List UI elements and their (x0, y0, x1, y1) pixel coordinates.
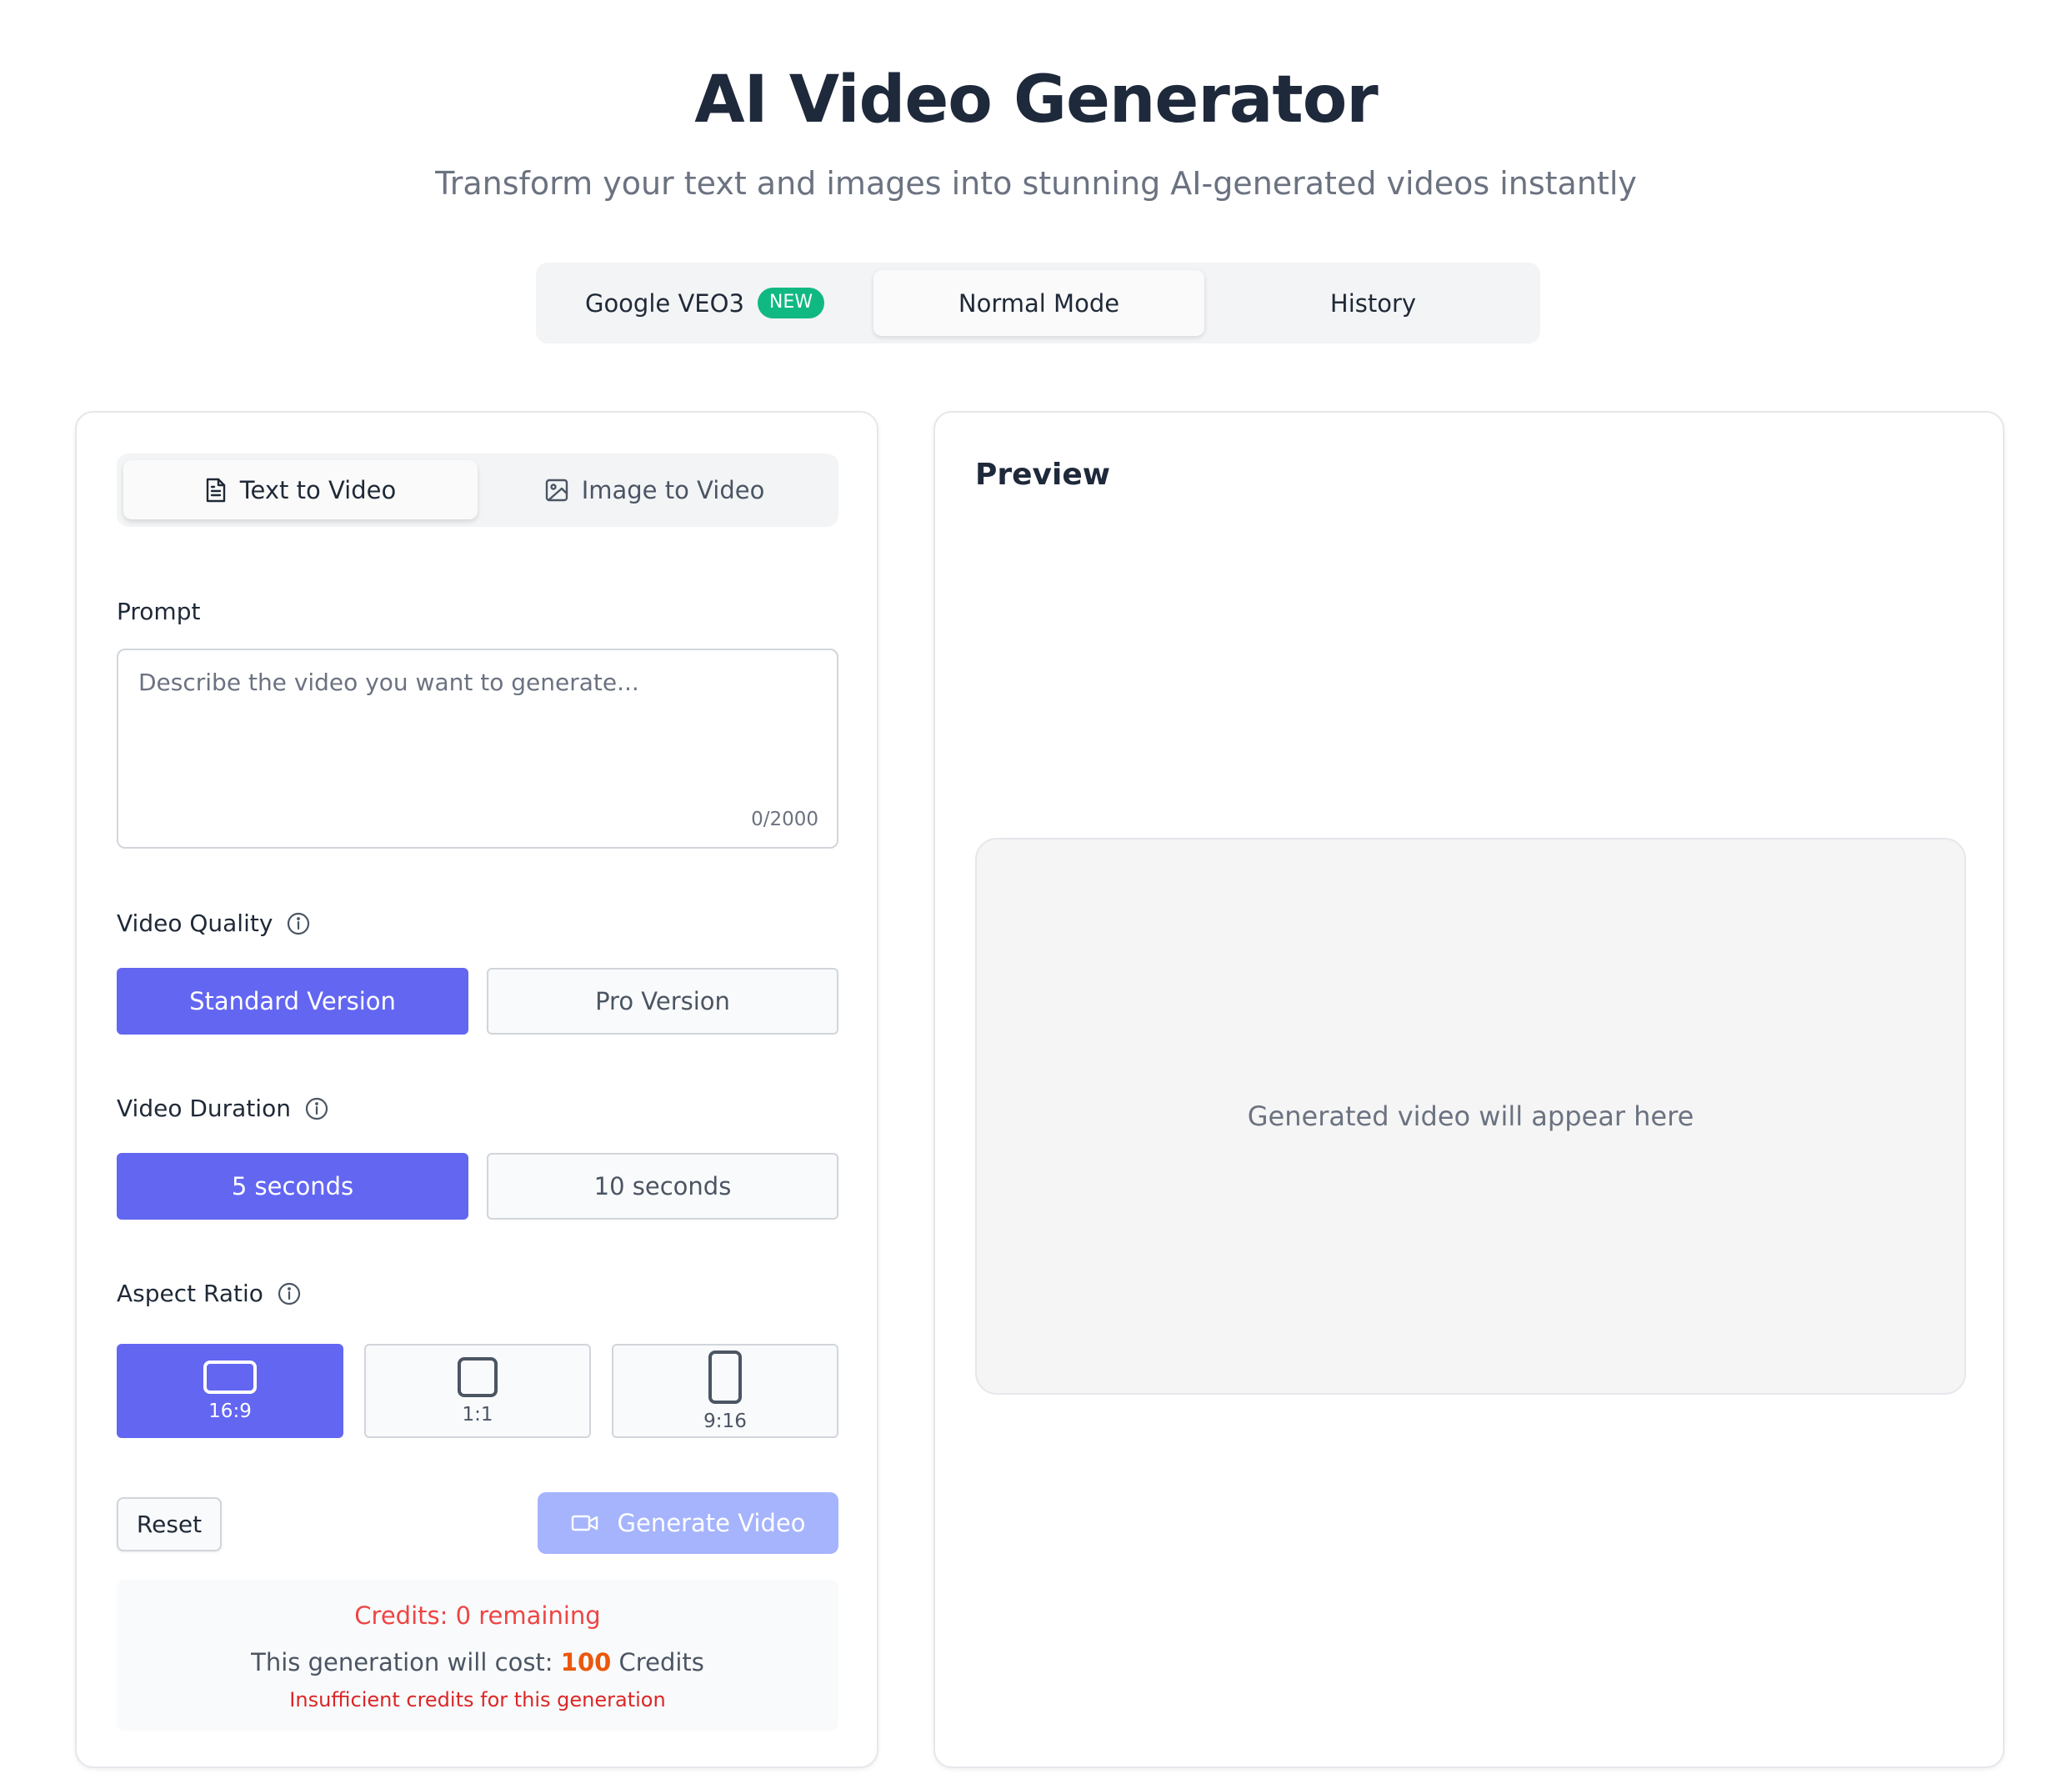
standard-version-button[interactable]: Standard Version (117, 968, 468, 1035)
ratio-label: 16:9 (208, 1400, 252, 1422)
char-count: 0/2000 (751, 809, 818, 830)
info-icon[interactable] (286, 911, 311, 936)
tab-history[interactable]: History (1213, 270, 1534, 336)
square-icon (458, 1356, 498, 1397)
duration-5s-button[interactable]: 5 seconds (117, 1153, 468, 1220)
aspect-ratio-label: Aspect Ratio (117, 1280, 302, 1307)
cost-value: 100 (560, 1648, 612, 1676)
tab-label: Normal Mode (958, 288, 1120, 318)
insufficient-credits-warning: Insufficient credits for this generation (289, 1688, 666, 1711)
new-badge: NEW (757, 288, 825, 318)
generate-label: Generate Video (617, 1509, 806, 1537)
label-text: Video Duration (117, 1095, 291, 1122)
prompt-input[interactable] (118, 650, 837, 847)
page-subtitle: Transform your text and images into stun… (435, 165, 1637, 202)
generation-cost: This generation will cost: 100 Credits (117, 1648, 838, 1676)
video-camera-icon (571, 1515, 598, 1531)
video-quality-label: Video Quality (117, 910, 311, 937)
landscape-icon (203, 1360, 257, 1394)
ratio-label: 9:16 (703, 1410, 747, 1432)
pro-version-button[interactable]: Pro Version (487, 968, 838, 1035)
ratio-label: 1:1 (462, 1403, 493, 1426)
tab-text-to-video[interactable]: Text to Video (123, 460, 478, 519)
label-text: Aspect Ratio (117, 1280, 263, 1307)
image-icon (545, 479, 568, 501)
credits-panel: Credits: 0 remaining This generation wil… (117, 1580, 838, 1731)
aspect-16-9-button[interactable]: 16:9 (117, 1344, 343, 1438)
tab-label: Google VEO3 (584, 288, 744, 318)
prompt-box: 0/2000 (117, 649, 838, 849)
tab-label: Image to Video (581, 475, 765, 504)
cost-prefix: This generation will cost: (251, 1648, 561, 1676)
info-icon[interactable] (277, 1281, 302, 1306)
duration-10s-button[interactable]: 10 seconds (487, 1153, 838, 1220)
aspect-9-16-button[interactable]: 9:16 (612, 1344, 838, 1438)
tab-google-veo3[interactable]: Google VEO3 NEW (544, 270, 865, 336)
video-duration-label: Video Duration (117, 1095, 329, 1122)
info-icon[interactable] (304, 1096, 329, 1121)
tab-image-to-video[interactable]: Image to Video (478, 460, 832, 519)
mode-tabs: Google VEO3 NEW Normal Mode History (536, 263, 1540, 343)
reset-button[interactable]: Reset (117, 1497, 222, 1551)
generate-video-button[interactable]: Generate Video (538, 1492, 838, 1554)
input-type-tabs: Text to Video Image to Video (117, 454, 838, 527)
prompt-label: Prompt (117, 598, 201, 625)
page-title: AI Video Generator (694, 63, 1379, 138)
tab-label: Text to Video (239, 475, 397, 504)
aspect-1-1-button[interactable]: 1:1 (364, 1344, 591, 1438)
document-icon (206, 478, 225, 502)
preview-title: Preview (975, 458, 1111, 492)
video-preview-area: Generated video will appear here (975, 838, 1966, 1395)
tab-label: History (1329, 288, 1417, 318)
portrait-icon (708, 1350, 742, 1404)
preview-card: Preview Generated video will appear here (933, 411, 2004, 1768)
generator-form-card: Text to Video Image to Video Prompt 0/20… (75, 411, 878, 1768)
tab-normal-mode[interactable]: Normal Mode (873, 270, 1204, 336)
cost-suffix: Credits (611, 1648, 704, 1676)
label-text: Video Quality (117, 910, 273, 937)
credits-remaining: Credits: 0 remaining (354, 1601, 601, 1630)
preview-placeholder: Generated video will appear here (1247, 1100, 1694, 1132)
